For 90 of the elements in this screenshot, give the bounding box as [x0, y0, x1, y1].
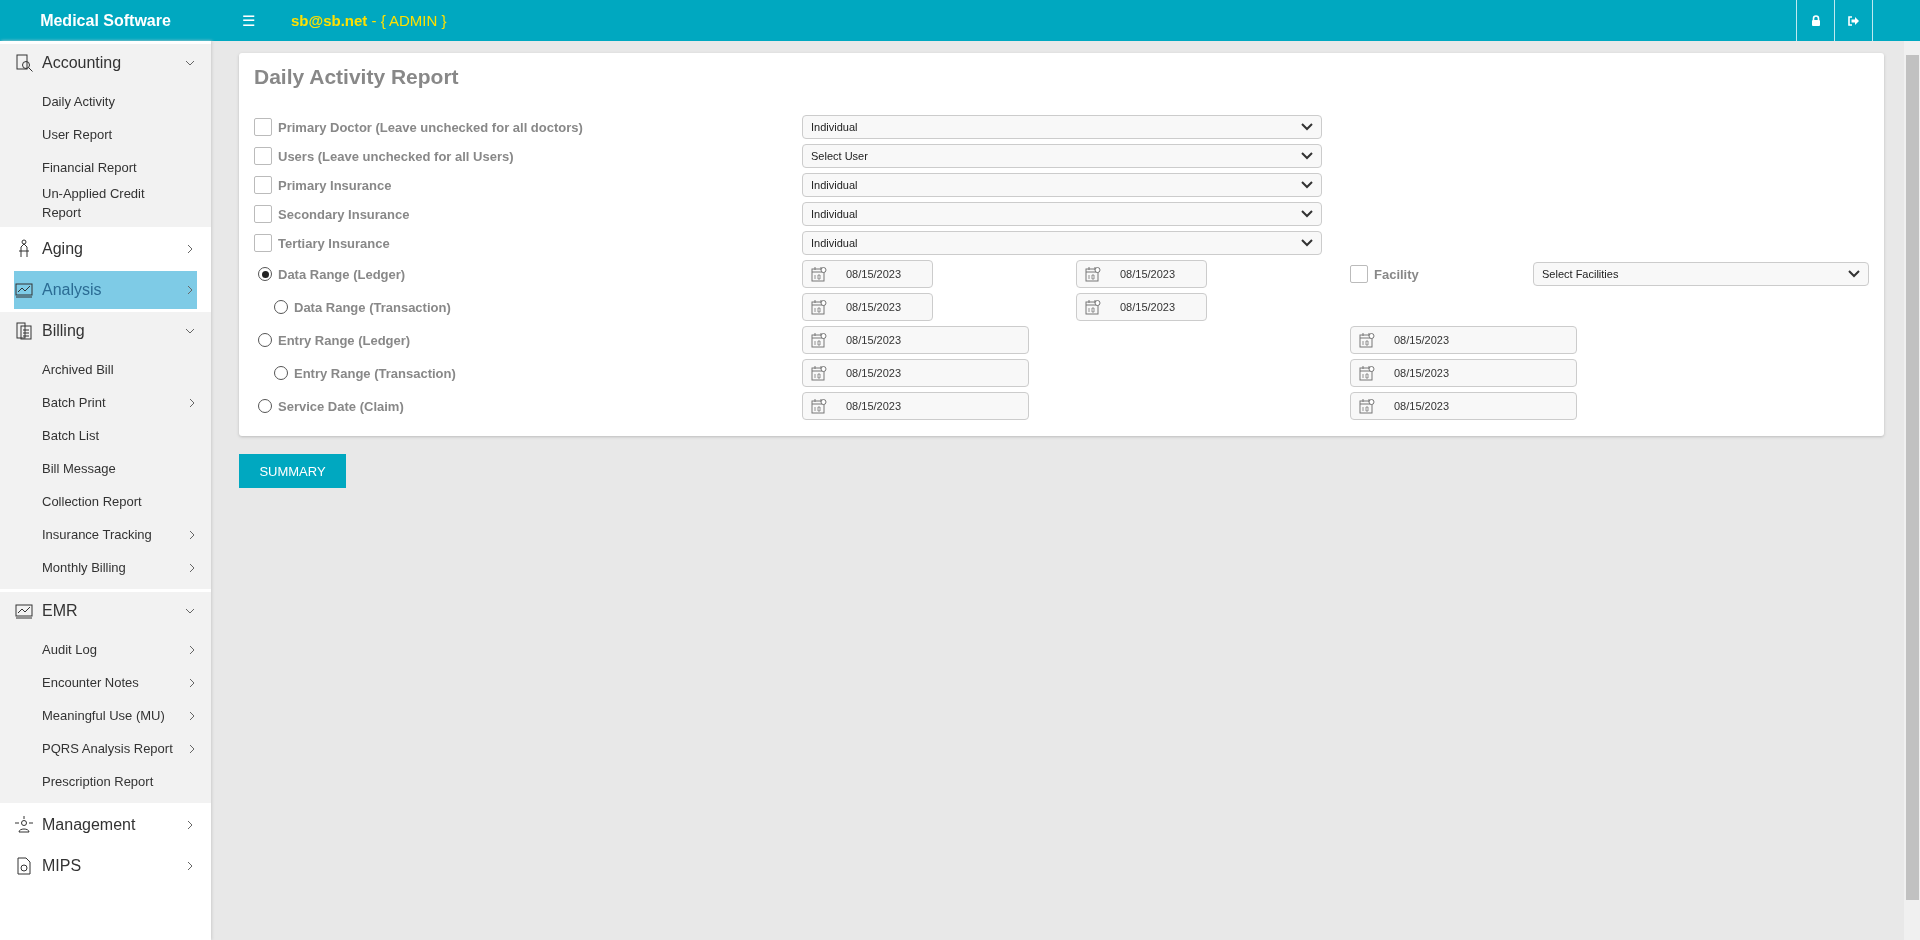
- sidebar-item[interactable]: Monthly Billing: [0, 551, 211, 584]
- range-label: Entry Range (Ledger): [278, 332, 411, 348]
- sidebar-item[interactable]: Batch Print: [0, 386, 211, 419]
- date-field[interactable]: 08/15/2023: [1076, 293, 1207, 321]
- sidebar-item[interactable]: PQRS Analysis Report: [0, 732, 211, 765]
- dropdown[interactable]: Individual: [802, 231, 1322, 255]
- sidebar-item[interactable]: Financial Report: [0, 151, 211, 184]
- facility-dropdown[interactable]: Select Facilities: [1533, 262, 1869, 286]
- sidebar-item[interactable]: Meaningful Use (MU): [0, 699, 211, 732]
- calendar-icon: [811, 332, 827, 348]
- report-title: Daily Activity Report: [254, 65, 460, 89]
- chevron-icon: [1301, 123, 1313, 131]
- section-icon: [14, 856, 34, 876]
- filter-label: Secondary Insurance: [278, 206, 410, 222]
- chevron-icon: [1301, 181, 1313, 189]
- filter-label: Tertiary Insurance: [278, 235, 390, 251]
- calendar-icon: [1359, 365, 1375, 381]
- section-icon: [14, 321, 34, 341]
- calendar-icon: [811, 398, 827, 414]
- sidebar-item[interactable]: Collection Report: [0, 485, 211, 518]
- sidebar-section[interactable]: Aging: [14, 230, 197, 268]
- range-label: Entry Range (Transaction): [294, 365, 456, 381]
- chevron-icon: [185, 244, 195, 254]
- date-field[interactable]: 08/15/2023: [802, 260, 933, 288]
- calendar-icon: [811, 299, 827, 315]
- calendar-icon: [1085, 299, 1101, 315]
- chevron-icon: [1301, 210, 1313, 218]
- lock-icon: [1810, 15, 1821, 26]
- sidebar-item[interactable]: User Report: [0, 118, 211, 151]
- chevron-icon: [185, 326, 195, 336]
- calendar-icon: [1359, 398, 1375, 414]
- chevron-icon: [185, 820, 195, 830]
- user-label: sb@sb.net - { ADMIN }: [291, 12, 447, 29]
- chevron-icon: [1301, 239, 1313, 247]
- app-title: Medical Software: [39, 11, 172, 30]
- dropdown[interactable]: Individual: [802, 173, 1322, 197]
- section-icon: [14, 601, 34, 621]
- sidebar-section[interactable]: Billing: [14, 312, 197, 350]
- sidebar-item[interactable]: Encounter Notes: [0, 666, 211, 699]
- date-field[interactable]: 08/15/2023: [802, 359, 1029, 387]
- chevron-icon: [185, 606, 195, 616]
- sidebar-item[interactable]: Un-Applied Credit Report: [0, 184, 211, 222]
- sidebar-item[interactable]: Prescription Report: [0, 765, 211, 798]
- dropdown[interactable]: Select User: [802, 144, 1322, 168]
- sidebar-section[interactable]: Management: [14, 806, 197, 844]
- facility-label: Facility: [1374, 266, 1419, 282]
- sidebar-item[interactable]: Insurance Tracking: [0, 518, 211, 551]
- dropdown[interactable]: Individual: [802, 115, 1322, 139]
- checkbox[interactable]: [254, 205, 272, 223]
- calendar-icon: [1085, 266, 1101, 282]
- scrollbar[interactable]: [1904, 41, 1920, 940]
- range-label: Service Date (Claim): [278, 398, 404, 414]
- sidebar-item[interactable]: Batch List: [0, 419, 211, 452]
- section-icon: [14, 280, 34, 300]
- date-field[interactable]: 08/15/2023: [1076, 260, 1207, 288]
- date-field[interactable]: 08/15/2023: [802, 293, 933, 321]
- date-field[interactable]: 08/15/2023: [802, 326, 1029, 354]
- sidebar-section[interactable]: EMR: [14, 592, 197, 630]
- filter-label: Primary Doctor (Leave unchecked for all doctors): [278, 119, 583, 135]
- date-field[interactable]: 08/15/2023: [1350, 326, 1577, 354]
- range-label: Data Range (Transaction): [294, 299, 451, 315]
- filter-label: Primary Insurance: [278, 177, 392, 193]
- sidebar-item[interactable]: Audit Log: [0, 633, 211, 666]
- sidebar-item[interactable]: Bill Message: [0, 452, 211, 485]
- date-field[interactable]: 08/15/2023: [802, 392, 1029, 420]
- chevron-icon: [185, 285, 195, 295]
- calendar-icon: [811, 266, 827, 282]
- logout-icon: [1848, 15, 1859, 26]
- checkbox[interactable]: [254, 118, 272, 136]
- filter-label: Users (Leave unchecked for all Users): [278, 148, 514, 164]
- section-icon: [14, 53, 34, 73]
- date-field[interactable]: 08/15/2023: [1350, 359, 1577, 387]
- checkbox[interactable]: [254, 147, 272, 165]
- calendar-icon: [811, 365, 827, 381]
- checkbox[interactable]: [254, 234, 272, 252]
- chevron-icon: [1301, 152, 1313, 160]
- chevron-icon: [1848, 270, 1860, 278]
- range-label: Data Range (Ledger): [278, 266, 406, 282]
- calendar-icon: [1359, 332, 1375, 348]
- checkbox[interactable]: [254, 176, 272, 194]
- chevron-icon: [185, 58, 195, 68]
- date-field[interactable]: 08/15/2023: [1350, 392, 1577, 420]
- chevron-icon: [185, 861, 195, 871]
- dropdown[interactable]: Individual: [802, 202, 1322, 226]
- sidebar-item[interactable]: Archived Bill: [0, 353, 211, 386]
- checkbox[interactable]: [1350, 265, 1368, 283]
- sidebar-section[interactable]: MIPS: [14, 847, 197, 885]
- sidebar-item[interactable]: Daily Activity: [0, 85, 211, 118]
- section-icon: [14, 815, 34, 835]
- sidebar-section[interactable]: Accounting: [14, 44, 197, 82]
